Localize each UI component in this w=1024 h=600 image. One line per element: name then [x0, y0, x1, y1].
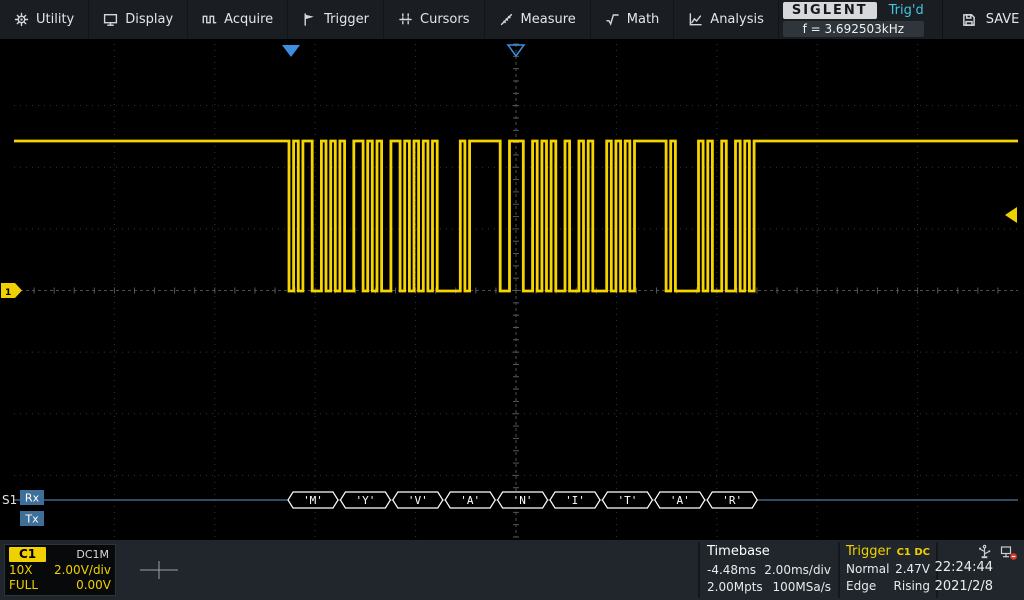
decode-char: 'A'	[460, 494, 480, 507]
flag-icon	[302, 12, 317, 27]
rx-label: Rx	[25, 492, 40, 505]
decode-char: 'M'	[303, 494, 323, 507]
menu-item-display[interactable]: Display	[89, 0, 188, 39]
trigger-status-badge: Trig'd	[889, 3, 924, 18]
menu-item-label: Analysis	[710, 12, 764, 27]
menu-item-math[interactable]: Math	[591, 0, 675, 39]
menu-item-label: Measure	[521, 12, 576, 27]
date-display: 2021/2/8	[935, 578, 993, 597]
channel1-badge[interactable]: C1	[9, 547, 46, 562]
vertical-scale: 2.00V/div	[54, 563, 111, 578]
siglent-logo: SIGLENT	[783, 2, 877, 19]
trigger-mode: Normal	[846, 561, 889, 578]
tx-label: Tx	[24, 513, 39, 526]
save-button[interactable]: SAVE	[943, 0, 1024, 39]
menu-item-label: Utility	[36, 12, 74, 27]
bandwidth-limit: FULL	[9, 578, 38, 593]
network-icon[interactable]	[998, 544, 1019, 562]
waveform-display-area: 'M' 'Y' 'V' 'A' 'N' 'I' 'T' 'A' 'R' S1 Rx Tx 1	[0, 40, 1024, 540]
timebase-panel[interactable]: Timebase -4.48ms 2.00ms/div 2.00Mpts 100…	[698, 542, 838, 598]
math-icon	[605, 12, 620, 27]
probe-attenuation: 10X	[9, 563, 33, 578]
analysis-icon	[688, 12, 703, 27]
bus-label: S1	[2, 493, 17, 507]
horizontal-delay: -4.48ms	[707, 562, 756, 579]
decode-char: 'N'	[513, 494, 533, 507]
timebase-title: Timebase	[707, 544, 831, 559]
save-label: SAVE	[986, 12, 1020, 27]
channel1-coupling: DC1M	[76, 547, 111, 562]
trigger-position-marker[interactable]	[282, 45, 300, 57]
oscilloscope-screen: Utility Display Acquire Trigger Cursors Measu…	[0, 0, 1024, 600]
menu-item-label: Acquire	[224, 12, 273, 27]
menu-item-acquire[interactable]: Acquire	[188, 0, 288, 39]
decode-char: 'I'	[565, 494, 585, 507]
sample-rate: 100MSa/s	[772, 579, 831, 596]
trigger-level-marker[interactable]	[1005, 207, 1017, 223]
trigger-source: C1 DC	[897, 547, 930, 558]
gear-icon	[14, 12, 29, 27]
menu-item-utility[interactable]: Utility	[0, 0, 89, 39]
trigger-title: Trigger	[846, 544, 891, 559]
menu-item-label: Display	[125, 12, 173, 27]
decode-char: 'R'	[722, 494, 742, 507]
trigger-slope: Rising	[894, 578, 930, 595]
position-crosshair	[138, 548, 182, 592]
menu-item-analysis[interactable]: Analysis	[674, 0, 779, 39]
menu-item-label: Math	[627, 12, 660, 27]
frequency-counter-readout: f = 3.692503kHz	[783, 21, 924, 37]
decode-char: 'A'	[670, 494, 690, 507]
brand-left: SIGLENT Trig'd f = 3.692503kHz	[779, 0, 930, 39]
trigger-panel[interactable]: Trigger C1 DC Normal 2.47V Edge Rising	[838, 542, 938, 598]
display-icon	[103, 12, 118, 27]
trigger-level: 2.47V	[895, 561, 930, 578]
channel1-offset-label: 1	[5, 288, 11, 298]
menu-item-cursors[interactable]: Cursors	[384, 0, 485, 39]
trigger-type: Edge	[846, 578, 876, 595]
decode-char: 'T'	[617, 494, 637, 507]
decode-char: 'Y'	[355, 494, 375, 507]
channel1-info-box[interactable]: C1 DC1M 10X 2.00V/div FULL 0.00V	[4, 544, 116, 596]
menu-item-label: Trigger	[324, 12, 369, 27]
status-bar: C1 DC1M 10X 2.00V/div FULL 0.00V Timebas…	[0, 540, 1024, 600]
menu-item-measure[interactable]: Measure	[485, 0, 591, 39]
menu-bar: Utility Display Acquire Trigger Cursors Measu…	[0, 0, 1024, 40]
clock: 22:24:44 2021/2/8	[935, 559, 993, 597]
save-icon	[961, 12, 977, 28]
cursors-icon	[398, 12, 413, 27]
time-display: 22:24:44	[935, 559, 993, 578]
menu-bar-items: Utility Display Acquire Trigger Cursors Measu…	[0, 0, 779, 39]
acquire-icon	[202, 12, 217, 27]
decode-char: 'V'	[408, 494, 428, 507]
brand-cluster: SIGLENT Trig'd f = 3.692503kHz SAVE	[779, 0, 1024, 39]
measure-icon	[499, 12, 514, 27]
vertical-offset: 0.00V	[76, 578, 111, 593]
memory-depth: 2.00Mpts	[707, 579, 763, 596]
graticule: 'M' 'Y' 'V' 'A' 'N' 'I' 'T' 'A' 'R' S1 Rx Tx 1	[0, 40, 1024, 540]
menu-item-label: Cursors	[420, 12, 470, 27]
menu-item-trigger[interactable]: Trigger	[288, 0, 384, 39]
horizontal-scale: 2.00ms/div	[764, 562, 831, 579]
